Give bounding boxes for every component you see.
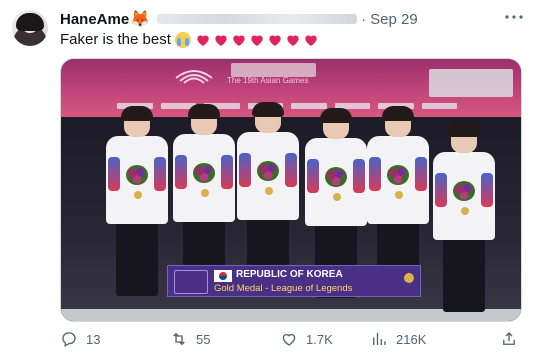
red-heart-icon bbox=[197, 35, 209, 46]
retweet-button[interactable]: 55 bbox=[170, 329, 210, 349]
broadcast-logo bbox=[174, 270, 208, 294]
korea-flag-icon bbox=[214, 270, 232, 282]
red-heart-icon bbox=[233, 35, 245, 46]
red-heart-icon bbox=[215, 35, 227, 46]
share-icon bbox=[503, 332, 515, 345]
red-heart-icon bbox=[251, 35, 263, 46]
like-button[interactable]: 1.7K bbox=[280, 329, 333, 349]
redacted-banner-text bbox=[231, 63, 316, 77]
reply-icon bbox=[62, 332, 76, 347]
red-heart-icon bbox=[287, 35, 299, 46]
views-button[interactable]: 216K bbox=[370, 329, 426, 349]
caption-country: REPUBLIC OF KOREA bbox=[236, 269, 343, 280]
broadcast-caption: REPUBLIC OF KOREA Gold Medal - League of… bbox=[167, 265, 421, 297]
views-count: 216K bbox=[396, 331, 427, 347]
share-button[interactable] bbox=[500, 329, 526, 349]
tweet-header: HaneAme 🦊 · Sep 29 bbox=[60, 10, 418, 29]
medal-emblem-icon bbox=[404, 273, 414, 283]
asian-games-logo bbox=[175, 70, 213, 84]
banner-title: The 19th Asian Games bbox=[227, 76, 309, 85]
author-handle-redacted[interactable] bbox=[157, 14, 358, 24]
author-name[interactable]: HaneAme bbox=[60, 11, 129, 28]
tweet-text: Faker is the best bbox=[60, 31, 319, 48]
loudly-crying-face-icon bbox=[174, 31, 191, 48]
caption-event: Gold Medal - League of Legends bbox=[214, 283, 353, 294]
avatar[interactable] bbox=[12, 10, 48, 46]
red-heart-icon bbox=[269, 35, 281, 46]
separator-dot: · bbox=[361, 10, 367, 28]
tweet-text-content: Faker is the best bbox=[60, 31, 171, 48]
tweet-card[interactable]: HaneAme 🦊 · Sep 29 Faker is the best The… bbox=[0, 0, 534, 358]
fox-emoji-icon: 🦊 bbox=[130, 11, 151, 28]
hearts-row bbox=[193, 32, 319, 48]
tweet-date[interactable]: Sep 29 bbox=[370, 11, 418, 28]
retweet-count: 55 bbox=[196, 331, 211, 347]
heart-outline-icon bbox=[282, 333, 296, 346]
redacted-watermark bbox=[429, 69, 513, 97]
retweet-icon bbox=[173, 332, 185, 346]
red-heart-icon bbox=[305, 35, 317, 46]
views-chart-icon bbox=[373, 333, 386, 345]
more-dots-icon[interactable] bbox=[503, 8, 525, 26]
tweet-action-bar: 13 55 1.7K 216K bbox=[60, 329, 526, 349]
like-count: 1.7K bbox=[306, 331, 333, 347]
reply-button[interactable]: 13 bbox=[60, 329, 100, 349]
tweet-media-image[interactable]: The 19th Asian Games REPUBLIC OF KOREA G… bbox=[60, 58, 522, 322]
reply-count: 13 bbox=[86, 331, 101, 347]
